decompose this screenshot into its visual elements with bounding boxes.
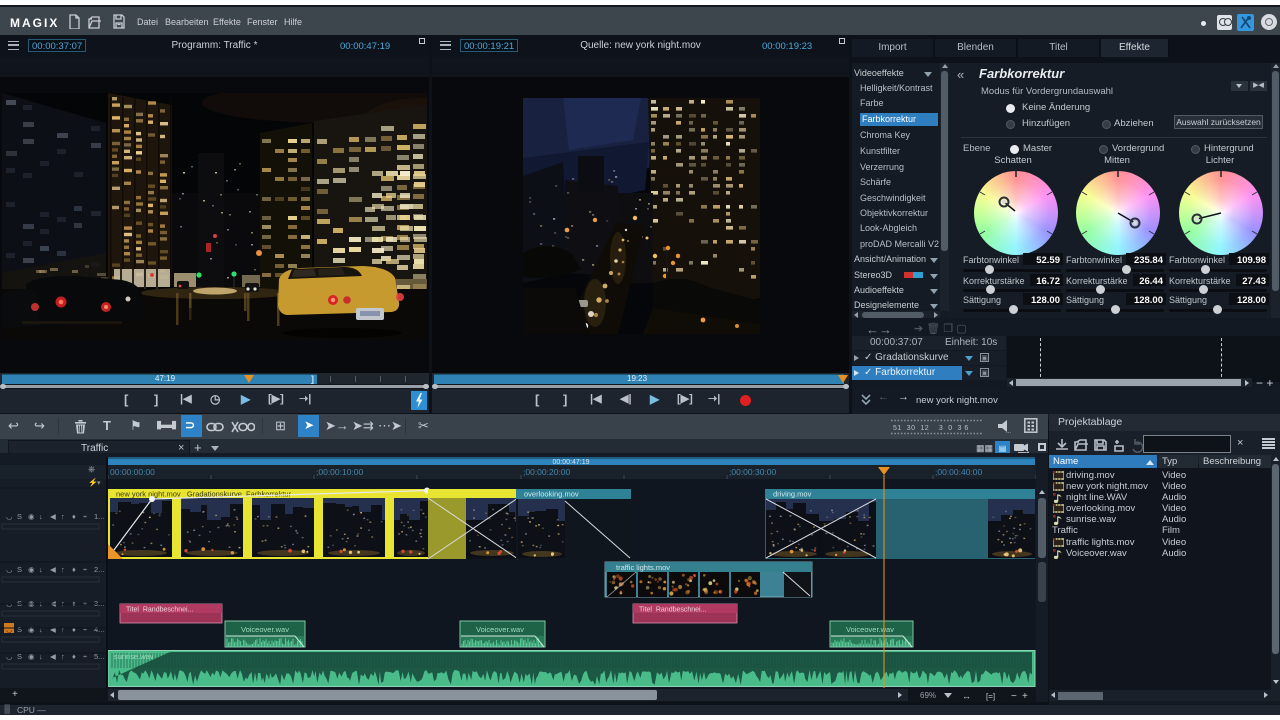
svg-text:⎈: ⎈ [88,464,95,474]
svg-text:S: S [17,565,22,574]
svg-text:Voiceover.wav: Voiceover.wav [476,625,524,634]
svg-text:00:00:00:00: 00:00:00:00 [110,467,155,477]
svg-text:↑: ↑ [61,565,65,574]
svg-text:♦: ♦ [72,512,76,521]
svg-text:sunrise.wav: sunrise.wav [114,652,154,661]
svg-text:♦: ♦ [72,625,76,634]
svg-text:51 30 12 3 0 3 6: 51 30 12 3 0 3 6 [893,425,969,432]
svg-text:÷: ÷ [83,565,87,574]
svg-text:;00:00:30:00: ;00:00:30:00 [729,467,777,477]
svg-text:+: + [1022,691,1028,702]
svg-text:−: − [1011,691,1017,702]
svg-text:◉: ◉ [28,565,35,574]
svg-text:◉: ◉ [28,512,35,521]
svg-text:00:00:47:19: 00:00:47:19 [553,459,590,466]
svg-text:driving.mov: driving.mov [773,490,812,499]
svg-text:;00:00:10:00: ;00:00:10:00 [316,467,364,477]
svg-text:↓: ↓ [39,625,43,634]
svg-text:↓: ↓ [39,565,43,574]
svg-text:◡: ◡ [6,512,13,521]
svg-text:÷: ÷ [83,625,87,634]
svg-text:Titel Randbeschnei...: Titel Randbeschnei... [639,607,706,614]
svg-text:+: + [12,689,18,700]
svg-text:↔: ↔ [962,691,971,701]
svg-text:69%: 69% [920,691,936,700]
svg-text:♦: ♦ [72,565,76,574]
svg-text:↓: ↓ [39,512,43,521]
svg-text:÷: ÷ [83,512,87,521]
svg-text:Titel Randbeschnei...: Titel Randbeschnei... [126,607,193,614]
svg-text:4...: 4... [94,625,104,634]
svg-text:S: S [17,625,22,634]
svg-text:traffic lights.mov: traffic lights.mov [616,563,670,572]
svg-text:2...: 2... [94,565,104,574]
svg-text:▾: ▾ [97,480,101,487]
svg-text:overlooking.mov: overlooking.mov [524,490,579,499]
svg-text:[=]: [=] [986,692,995,701]
svg-text:;00:00:40:00: ;00:00:40:00 [935,467,983,477]
svg-text:S: S [17,512,22,521]
svg-text:◡: ◡ [6,565,13,574]
svg-text:...: ... [1006,429,1011,433]
svg-text:↑: ↑ [61,512,65,521]
svg-text:Voiceover.wav: Voiceover.wav [846,625,894,634]
svg-text:◉: ◉ [28,625,35,634]
svg-text:◡: ◡ [6,625,13,634]
svg-text:1...: 1... [94,512,104,521]
svg-text:↑: ↑ [61,625,65,634]
svg-text:;00:00:20:00: ;00:00:20:00 [523,467,571,477]
svg-text:Voiceover.wav: Voiceover.wav [241,625,289,634]
